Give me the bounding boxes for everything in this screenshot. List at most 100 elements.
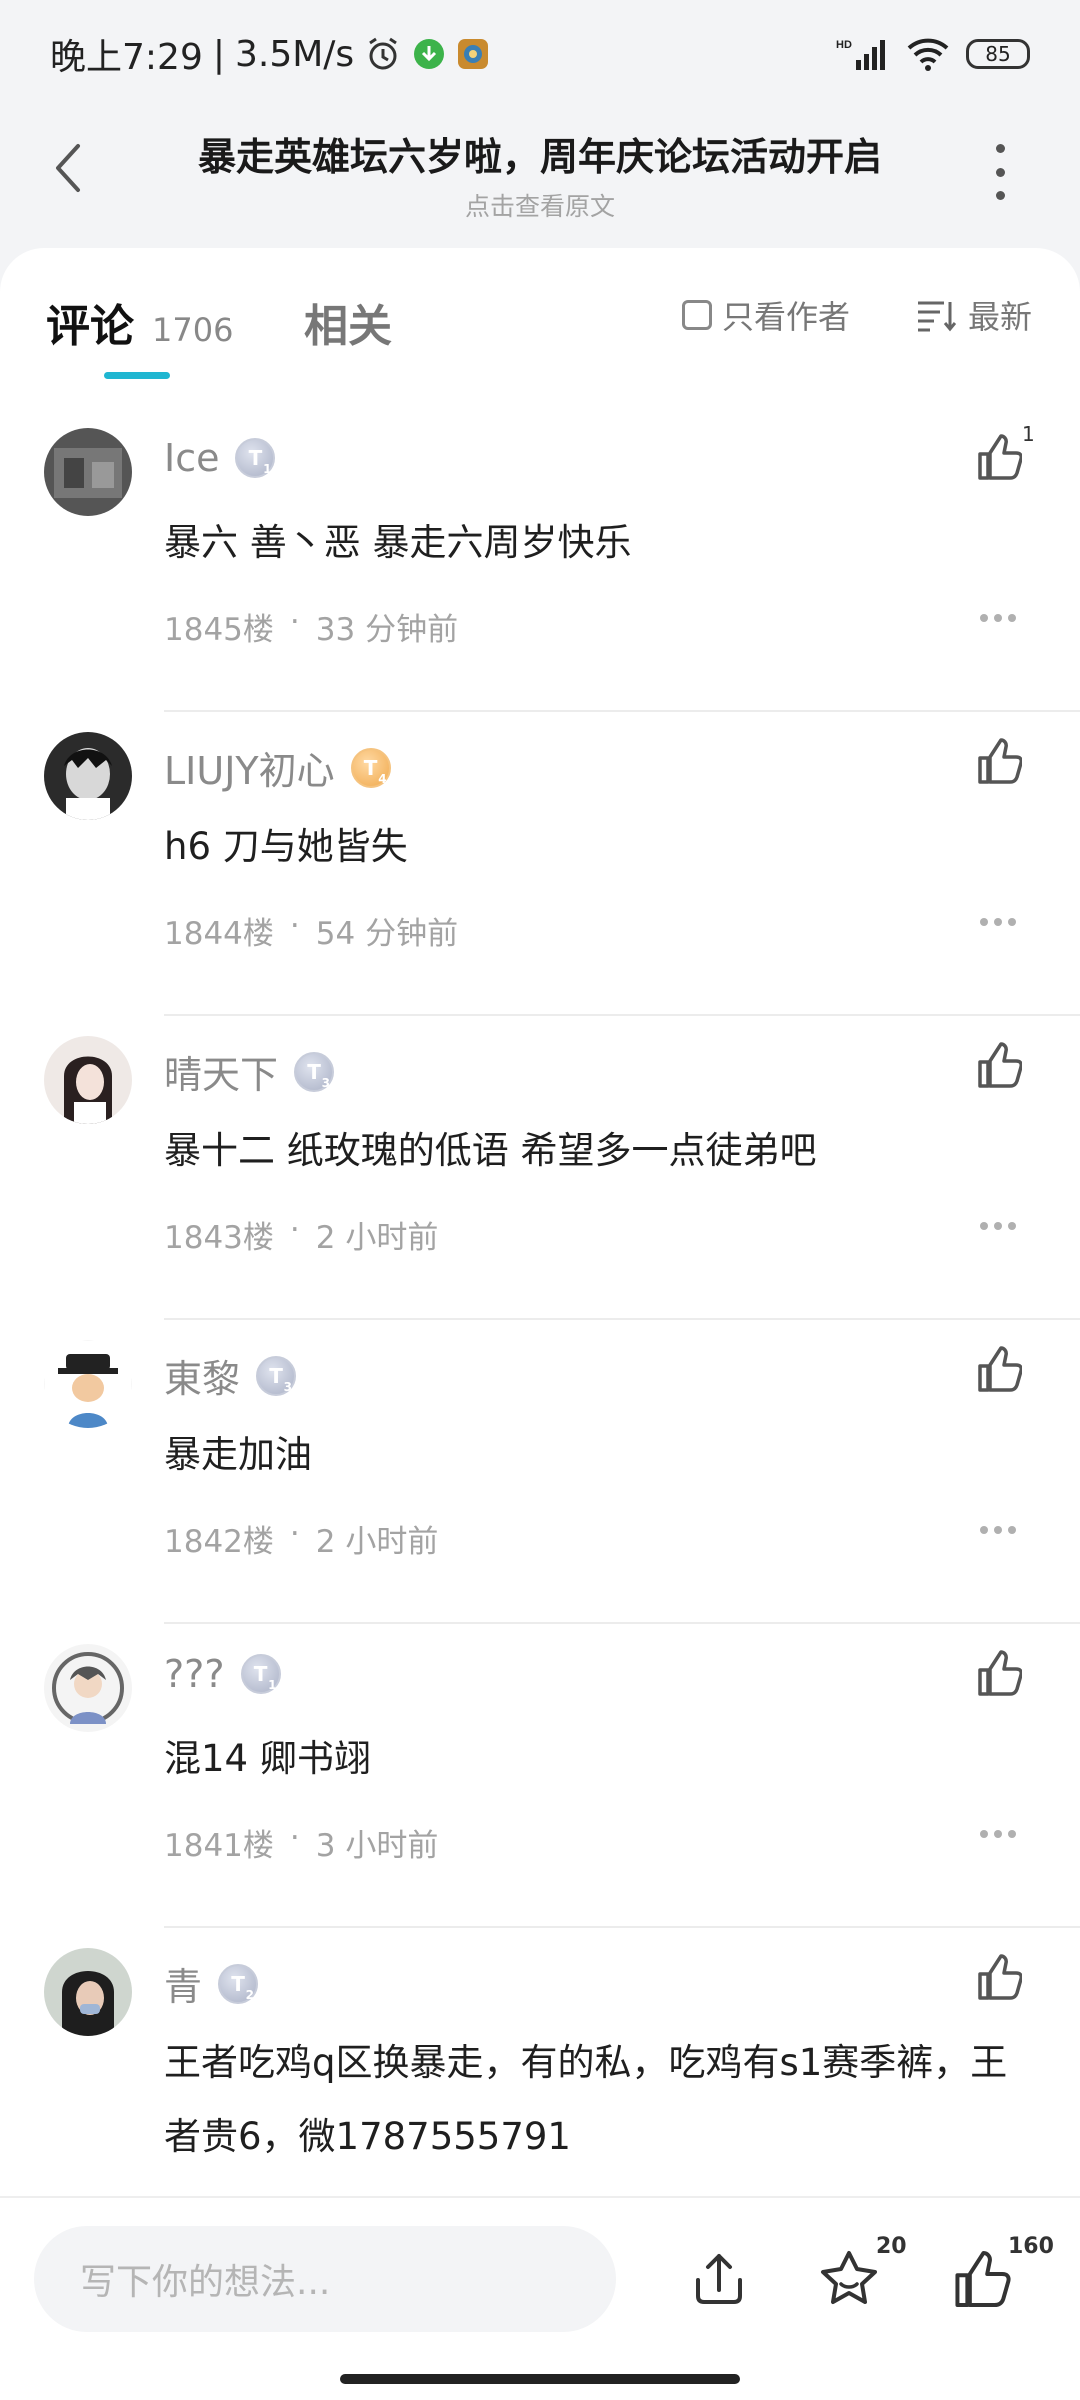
signal-icon: HD	[836, 36, 890, 72]
comments-card: 评论 1706 相关 只看作者 最新 Ice T1 1 暴六 善丶恶 暴走六周岁…	[0, 248, 1080, 2248]
author-only-label: 只看作者	[722, 298, 851, 336]
tab-comments-count: 1706	[152, 311, 234, 349]
comment-header: ??? T1	[164, 1652, 281, 1696]
comment-text: 暴十二 纸玫瑰的低语 希望多一点徒弟吧	[164, 1129, 817, 1172]
meta-dot: ·	[289, 1516, 300, 1552]
comment-item[interactable]: ??? T1 混14 卿书翊 1841楼 · 3 小时前	[0, 1624, 1080, 1928]
share-icon[interactable]	[684, 2244, 754, 2314]
comment-header: 青 T2	[164, 1956, 259, 2011]
thumbs-up-icon[interactable]	[976, 1040, 1023, 1090]
level-badge: T1	[240, 1654, 281, 1694]
comment-item[interactable]: 東黎 T3 暴走加油 1842楼 · 2 小时前	[0, 1320, 1080, 1624]
comment-list: Ice T1 1 暴六 善丶恶 暴走六周岁快乐 1845楼 · 33 分钟前 L…	[0, 408, 1080, 2308]
sort-icon	[918, 301, 956, 332]
like-count: 1	[1022, 422, 1035, 446]
comment-item[interactable]: 晴天下 T3 暴十二 纸玫瑰的低语 希望多一点徒弟吧 1843楼 · 2 小时前	[0, 1016, 1080, 1320]
bottom-bar: 写下你的想法... 20 160	[0, 2196, 1080, 2400]
more-horizontal-icon[interactable]	[980, 918, 1016, 928]
username[interactable]: 晴天下	[164, 1044, 278, 1099]
status-separator: |	[212, 33, 225, 75]
username[interactable]: 東黎	[164, 1348, 240, 1403]
comment-item[interactable]: Ice T1 1 暴六 善丶恶 暴走六周岁快乐 1845楼 · 33 分钟前	[0, 408, 1080, 712]
meta-dot: ·	[289, 604, 300, 640]
comment-text: 王者吃鸡q区换暴走，有的私，吃鸡有s1赛季裤，王者贵6，微1787555791	[164, 2041, 1008, 2158]
status-time: 晚上7:29	[50, 37, 203, 78]
checkbox-icon[interactable]	[682, 300, 712, 330]
more-vertical-icon[interactable]	[990, 144, 1010, 200]
favorite-count: 20	[876, 2234, 907, 2259]
back-icon	[56, 144, 80, 192]
username[interactable]: 青	[164, 1956, 202, 2011]
comment-meta: 1841楼 · 3 小时前	[164, 1820, 438, 1865]
thumbs-up-icon[interactable]	[976, 1952, 1023, 2002]
more-horizontal-icon[interactable]	[980, 1830, 1016, 1840]
comment-header: LIUJY初心 T4	[164, 740, 391, 795]
download-icon	[412, 37, 446, 71]
floor-number: 1845楼	[164, 612, 274, 648]
status-left: 晚上7:29 | 3.5M/s	[50, 28, 490, 80]
thumbs-up-icon[interactable]	[946, 2244, 1016, 2314]
comment-time: 33 分钟前	[315, 612, 459, 648]
avatar[interactable]	[44, 1644, 132, 1732]
status-bar: 晚上7:29 | 3.5M/s HD 85	[0, 0, 1080, 108]
status-speed: 3.5M/s	[234, 33, 355, 75]
avatar[interactable]	[44, 1948, 132, 2036]
avatar[interactable]	[44, 732, 132, 820]
level-badge: T3	[294, 1051, 335, 1092]
title-wrap[interactable]: 暴走英雄坛六岁啦，周年庆论坛活动开启 点击查看原文	[120, 126, 960, 223]
home-indicator[interactable]	[340, 2374, 740, 2384]
comment-meta: 1845楼 · 33 分钟前	[164, 604, 458, 649]
comment-text: 暴六 善丶恶 暴走六周岁快乐	[164, 521, 632, 564]
avatar[interactable]	[44, 428, 132, 516]
comment-input[interactable]: 写下你的想法...	[34, 2226, 616, 2332]
comment-text: 暴走加油	[164, 1433, 312, 1476]
comment-text: h6 刀与她皆失	[164, 825, 408, 868]
thumbs-up-icon[interactable]	[976, 432, 1023, 482]
tab-comments[interactable]: 评论 1706	[46, 290, 233, 354]
comment-header: 晴天下 T3	[164, 1044, 335, 1099]
comment-time: 2 小时前	[315, 1220, 439, 1256]
comment-meta: 1843楼 · 2 小时前	[164, 1212, 438, 1257]
view-original-link[interactable]: 点击查看原文	[120, 187, 960, 223]
floor-number: 1842楼	[164, 1524, 274, 1560]
alarm-icon	[364, 35, 402, 73]
meta-dot: ·	[289, 908, 300, 944]
floor-number: 1844楼	[164, 916, 274, 952]
status-right: HD 85	[836, 36, 1030, 72]
thumbs-up-icon[interactable]	[976, 736, 1023, 786]
level-badge: T1	[235, 438, 276, 478]
tab-bar: 评论 1706 相关 只看作者 最新	[0, 248, 1080, 388]
floor-number: 1841楼	[164, 1828, 274, 1864]
avatar[interactable]	[44, 1340, 132, 1428]
tab-active-indicator	[104, 372, 170, 379]
floor-number: 1843楼	[164, 1220, 274, 1256]
tab-related[interactable]: 相关	[304, 290, 392, 354]
more-horizontal-icon[interactable]	[980, 1526, 1016, 1536]
comment-time: 54 分钟前	[315, 916, 459, 952]
username[interactable]: LIUJY初心	[164, 740, 335, 795]
avatar[interactable]	[44, 1036, 132, 1124]
back-button[interactable]	[50, 138, 100, 198]
comment-meta: 1842楼 · 2 小时前	[164, 1516, 438, 1561]
header: 暴走英雄坛六岁啦，周年庆论坛活动开启 点击查看原文	[0, 108, 1080, 248]
page-title: 暴走英雄坛六岁啦，周年庆论坛活动开启	[197, 135, 882, 179]
star-icon[interactable]	[814, 2244, 884, 2314]
level-badge: T3	[256, 1355, 297, 1396]
more-horizontal-icon[interactable]	[980, 614, 1016, 624]
thumbs-up-icon[interactable]	[976, 1648, 1023, 1698]
thumbs-up-icon[interactable]	[976, 1344, 1023, 1394]
author-only-toggle[interactable]: 只看作者	[682, 292, 850, 338]
svg-text:HD: HD	[836, 39, 852, 51]
username[interactable]: Ice	[164, 436, 219, 480]
username[interactable]: ???	[164, 1652, 225, 1696]
wifi-icon	[906, 36, 950, 72]
sort-button[interactable]: 最新	[916, 292, 1032, 338]
meta-dot: ·	[289, 1212, 300, 1248]
like-count-total: 160	[1008, 2234, 1054, 2259]
level-badge: T2	[218, 1963, 259, 2004]
comment-time: 3 小时前	[315, 1828, 439, 1864]
comment-time: 2 小时前	[315, 1524, 439, 1560]
comment-item[interactable]: LIUJY初心 T4 h6 刀与她皆失 1844楼 · 54 分钟前	[0, 712, 1080, 1016]
more-horizontal-icon[interactable]	[980, 1222, 1016, 1232]
comment-text: 混14 卿书翊	[164, 1737, 371, 1780]
